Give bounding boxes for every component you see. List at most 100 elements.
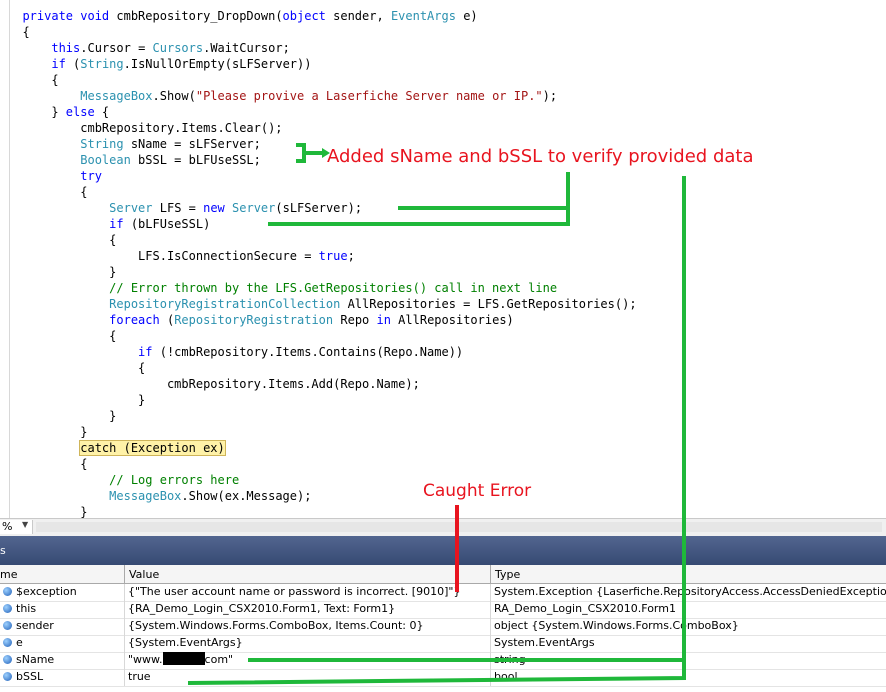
code-editor[interactable]: private void cmbRepository_DropDown(obje… xyxy=(0,0,886,520)
variable-type: object {System.Windows.Forms.ComboBox} xyxy=(494,619,739,632)
code-line[interactable]: } xyxy=(8,392,145,408)
code-line[interactable]: private void cmbRepository_DropDown(obje… xyxy=(8,8,477,24)
code-line[interactable]: try xyxy=(8,168,102,184)
variable-value[interactable]: {System.Windows.Forms.ComboBox, Items.Co… xyxy=(125,618,491,635)
locals-row-exception[interactable]: $exception {"The user account name or pa… xyxy=(0,584,886,602)
code-token: catch (Exception ex) xyxy=(79,440,226,456)
code-line[interactable]: // Error thrown by the LFS.GetRepositori… xyxy=(8,280,557,296)
code-token: AllRepositories = LFS.GetRepositories(); xyxy=(340,297,637,311)
local-variable-icon xyxy=(3,621,12,630)
variable-type: bool xyxy=(494,670,518,683)
code-line[interactable]: Boolean bSSL = bLFUseSSL; xyxy=(8,152,261,168)
code-line[interactable]: } xyxy=(8,408,116,424)
code-line[interactable]: MessageBox.Show("Please provive a Laserf… xyxy=(8,88,557,104)
horizontal-scrollbar[interactable] xyxy=(36,522,882,532)
code-token: MessageBox xyxy=(80,89,153,103)
code-line[interactable]: } xyxy=(8,424,87,440)
locals-row-bssl[interactable]: bSSL true bool xyxy=(0,669,886,687)
code-token: { xyxy=(8,457,88,471)
added-variables-annotation: Added sName and bSSL to verify provided … xyxy=(327,146,754,167)
code-line[interactable]: { xyxy=(8,328,116,344)
code-token: cmbRepository.Items.Clear(); xyxy=(8,121,283,135)
code-token: Cursors xyxy=(152,41,204,55)
code-line[interactable]: { xyxy=(8,184,87,200)
code-line[interactable]: LFS.IsConnectionSecure = true; xyxy=(8,248,355,264)
code-line[interactable]: // Log errors here xyxy=(8,472,239,488)
variable-name: $exception xyxy=(16,585,77,598)
code-token: { xyxy=(8,25,30,39)
code-token: AllRepositories) xyxy=(390,313,514,327)
code-token: MessageBox xyxy=(109,489,182,503)
local-variable-icon xyxy=(3,672,12,681)
code-token: // Error thrown by the LFS.GetRepositori… xyxy=(109,281,558,295)
code-line[interactable]: catch (Exception ex) xyxy=(8,440,226,456)
code-line[interactable]: RepositoryRegistrationCollection AllRepo… xyxy=(8,296,637,312)
variable-name: sender xyxy=(16,619,54,632)
code-token: (sLFServer); xyxy=(275,201,363,215)
code-token: } xyxy=(8,105,66,119)
code-token: { xyxy=(94,105,110,119)
locals-window[interactable]: me Value Type $exception {"The user acco… xyxy=(0,565,886,692)
column-header-value[interactable]: Value xyxy=(125,565,491,584)
code-token: "Please provive a Laserfiche Server name… xyxy=(195,89,543,103)
locals-row-sender[interactable]: sender {System.Windows.Forms.ComboBox, I… xyxy=(0,618,886,636)
code-token: .Cursor = xyxy=(80,41,153,55)
variable-type: string xyxy=(494,653,526,666)
locals-row-this[interactable]: this {RA_Demo_Login_CSX2010.Form1, Text:… xyxy=(0,601,886,619)
editor-status-bar: % ▼ xyxy=(0,518,886,536)
code-token: in xyxy=(376,313,391,327)
code-line[interactable]: cmbRepository.Items.Add(Repo.Name); xyxy=(8,376,420,392)
code-token: { xyxy=(8,329,117,343)
code-line[interactable]: { xyxy=(8,456,87,472)
code-line[interactable]: String sName = sLFServer; xyxy=(8,136,261,152)
code-line[interactable]: cmbRepository.Items.Clear(); xyxy=(8,120,283,136)
code-line[interactable]: if (String.IsNullOrEmpty(sLFServer)) xyxy=(8,56,311,72)
locals-row-sname[interactable]: sName "www. com" string xyxy=(0,652,886,670)
redacted-block xyxy=(162,652,205,665)
code-token: cmbRepository_DropDown( xyxy=(116,9,283,23)
variable-value[interactable]: {System.EventArgs} xyxy=(125,635,491,652)
code-token: String xyxy=(80,57,124,71)
local-variable-icon xyxy=(3,604,12,613)
code-token: true xyxy=(318,249,348,263)
variable-value[interactable]: true xyxy=(125,669,491,686)
variable-type: System.Exception {Laserfiche.RepositoryA… xyxy=(494,585,886,598)
caught-error-annotation: Caught Error xyxy=(423,481,532,501)
code-line[interactable]: } xyxy=(8,264,116,280)
variable-value[interactable]: {"The user account name or password is i… xyxy=(125,584,491,601)
code-token: if xyxy=(138,345,153,359)
variable-value[interactable]: {RA_Demo_Login_CSX2010.Form1, Text: Form… xyxy=(125,601,491,618)
variable-value[interactable]: "www. com" xyxy=(125,652,491,669)
code-line[interactable]: if (bLFUseSSL) xyxy=(8,216,210,232)
code-line[interactable]: foreach (RepositoryRegistration Repo in … xyxy=(8,312,514,328)
column-header-name[interactable]: me xyxy=(0,565,125,584)
code-line[interactable]: } else { xyxy=(8,104,109,120)
locals-row-e[interactable]: e {System.EventArgs} System.EventArgs xyxy=(0,635,886,653)
code-token: cmbRepository.Items.Add(Repo.Name); xyxy=(8,377,420,391)
code-token: sName = sLFServer; xyxy=(123,137,261,151)
code-line[interactable]: { xyxy=(8,72,58,88)
code-token: try xyxy=(80,169,102,183)
code-line[interactable]: this.Cursor = Cursors.WaitCursor; xyxy=(8,40,289,56)
zoom-label: % xyxy=(2,520,13,533)
code-token: Server xyxy=(232,201,276,215)
code-line[interactable]: { xyxy=(8,360,145,376)
variable-name: this xyxy=(16,602,37,615)
chevron-down-icon[interactable]: ▼ xyxy=(22,520,28,529)
code-token: } xyxy=(8,393,146,407)
code-line[interactable]: MessageBox.Show(ex.Message); xyxy=(8,488,311,504)
column-header-type[interactable]: Type xyxy=(491,565,886,584)
code-token: .Show( xyxy=(152,89,196,103)
code-line[interactable]: { xyxy=(8,24,30,40)
code-token: RepositoryRegistrationCollection xyxy=(109,297,341,311)
code-token: if xyxy=(51,57,66,71)
code-line[interactable]: { xyxy=(8,232,116,248)
variable-name: sName xyxy=(16,653,55,666)
code-line[interactable]: Server LFS = new Server(sLFServer); xyxy=(8,200,362,216)
code-line[interactable]: if (!cmbRepository.Items.Contains(Repo.N… xyxy=(8,344,463,360)
